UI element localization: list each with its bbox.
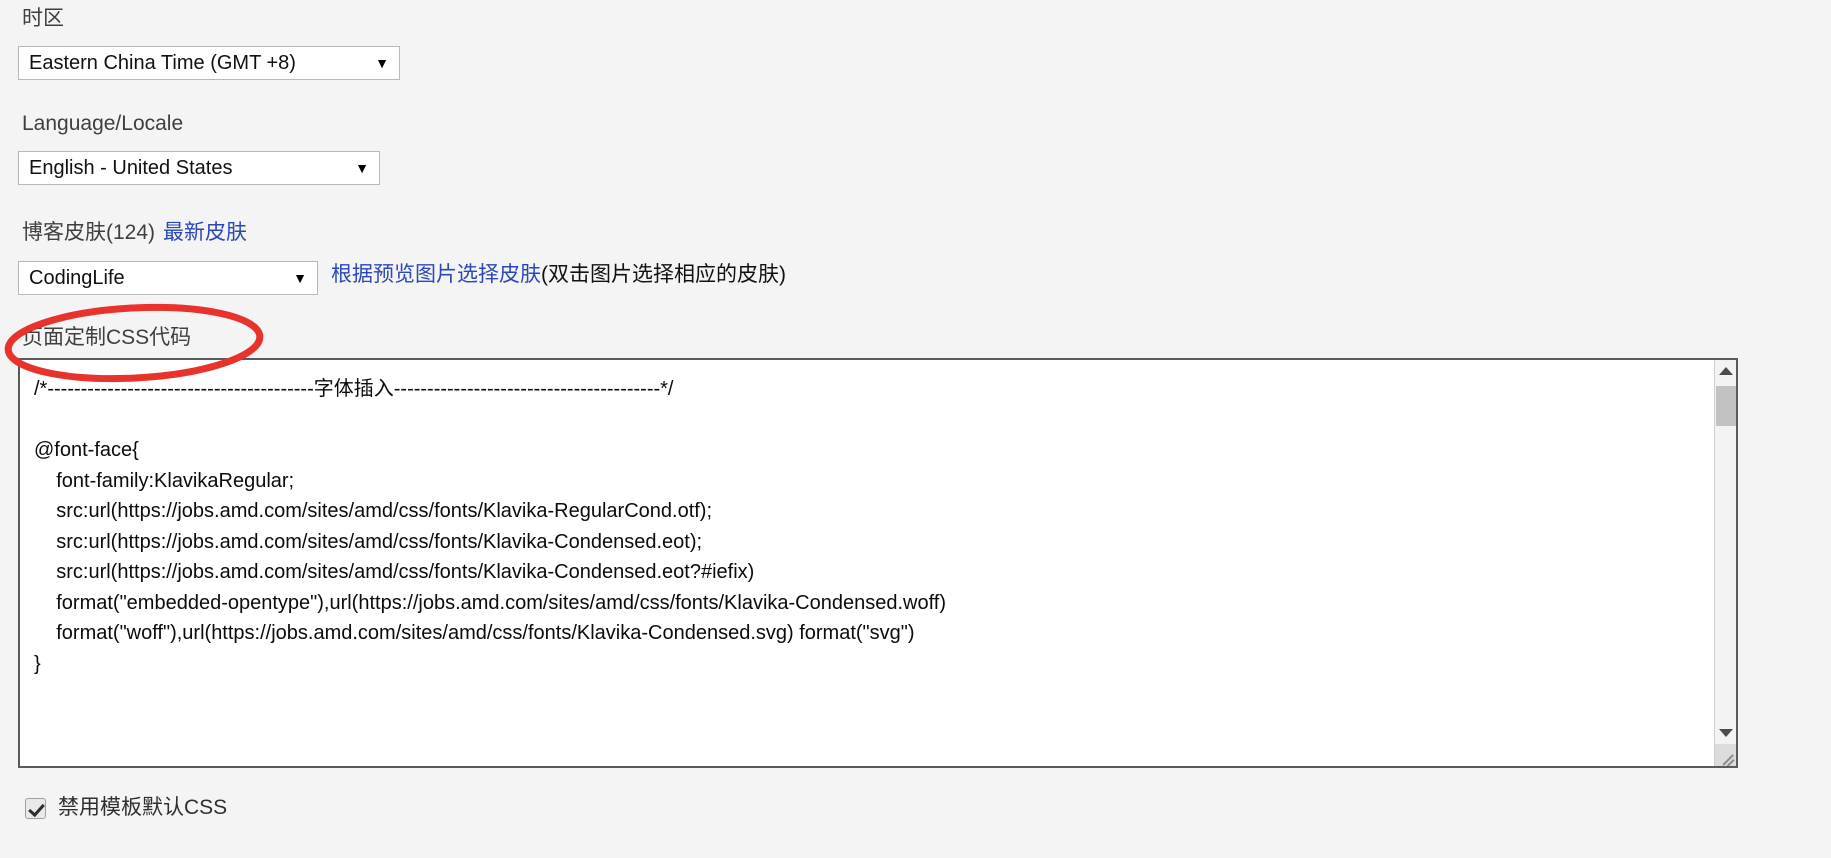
- disable-default-css-checkbox[interactable]: [25, 797, 46, 819]
- custom-css-label: 页面定制CSS代码: [22, 326, 192, 349]
- language-select-value: English - United States: [29, 156, 233, 179]
- skin-preview-link[interactable]: 根据预览图片选择皮肤: [331, 263, 541, 286]
- blog-skin-label: 博客皮肤(124): [22, 221, 156, 244]
- custom-css-textarea[interactable]: /*--------------------------------------…: [20, 360, 1714, 766]
- custom-css-scrollbar[interactable]: [1714, 360, 1736, 766]
- skin-preview-hint: 根据预览图片选择皮肤(双击图片选择相应的皮肤): [331, 262, 786, 288]
- chevron-down-icon: ▼: [375, 55, 389, 71]
- timezone-select-value: Eastern China Time (GMT +8): [29, 51, 296, 74]
- settings-page: 时区 Eastern China Time (GMT +8) ▼ Languag…: [0, 0, 1831, 858]
- blog-skin-select-value: CodingLife: [29, 266, 125, 289]
- chevron-down-icon: ▼: [355, 160, 369, 176]
- skin-preview-note: (双击图片选择相应的皮肤): [541, 263, 786, 286]
- scrollbar-thumb[interactable]: [1716, 386, 1736, 426]
- language-label: Language/Locale: [22, 112, 184, 135]
- scrollbar-up-arrow-icon[interactable]: [1715, 360, 1736, 382]
- custom-css-editor: /*--------------------------------------…: [18, 358, 1738, 768]
- scrollbar-down-arrow-icon[interactable]: [1715, 722, 1736, 744]
- latest-skin-link[interactable]: 最新皮肤: [163, 221, 247, 244]
- blog-skin-header: 博客皮肤(124) 最新皮肤: [22, 220, 247, 246]
- disable-default-css-label[interactable]: 禁用模板默认CSS: [58, 795, 227, 821]
- disable-default-css-row[interactable]: 禁用模板默认CSS: [25, 795, 227, 821]
- chevron-down-icon: ▼: [293, 270, 307, 286]
- language-select[interactable]: English - United States ▼: [18, 151, 380, 185]
- timezone-select[interactable]: Eastern China Time (GMT +8) ▼: [18, 46, 400, 80]
- blog-skin-select[interactable]: CodingLife ▼: [18, 261, 318, 295]
- timezone-label: 时区: [22, 7, 64, 30]
- textarea-resize-grip[interactable]: [1715, 744, 1736, 766]
